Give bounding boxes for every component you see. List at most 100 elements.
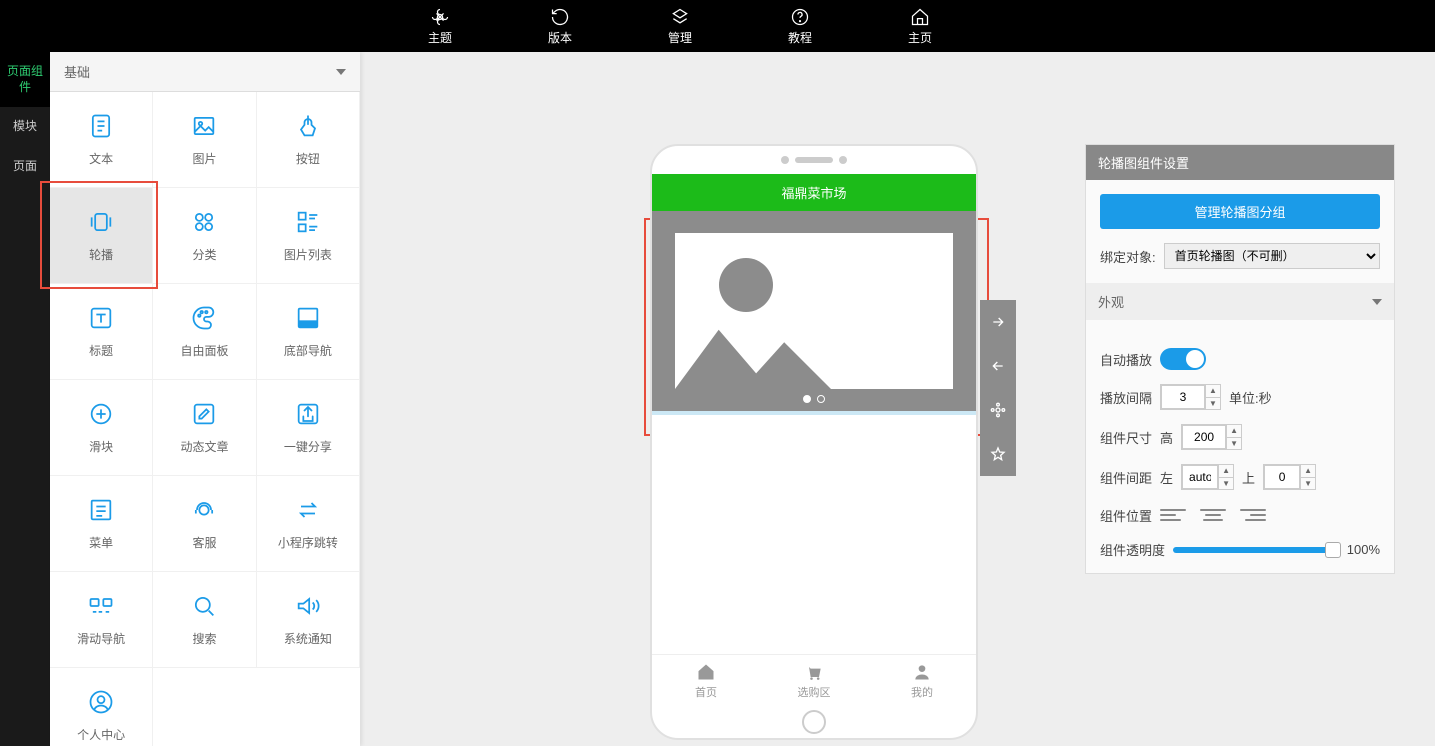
align-left-button[interactable]	[1160, 504, 1186, 526]
action-arrow-left[interactable]	[980, 344, 1016, 388]
bind-label: 绑定对象:	[1100, 247, 1156, 266]
component-grid: 文本图片按钮轮播分类图片列表标题自由面板底部导航滑块动态文章一键分享菜单客服小程…	[50, 92, 360, 746]
bind-object-select[interactable]: 首页轮播图（不可删）	[1164, 243, 1380, 269]
image-placeholder	[675, 233, 954, 389]
image-icon	[190, 112, 218, 140]
top-nav-home[interactable]: 主页	[860, 7, 980, 46]
action-arrow-right[interactable]	[980, 300, 1016, 344]
opacity-value: 100%	[1347, 542, 1380, 557]
cycle-icon	[670, 7, 690, 27]
help-icon	[790, 7, 810, 27]
top-nav-tutorial[interactable]: 教程	[740, 7, 860, 46]
bottomnav-icon	[294, 304, 322, 332]
component-user[interactable]: 个人中心	[50, 668, 153, 746]
props-title: 轮播图组件设置	[1086, 145, 1394, 180]
action-star[interactable]	[980, 432, 1016, 476]
slider-icon	[87, 400, 115, 428]
sidebar-tab-pages[interactable]: 页面	[0, 147, 50, 187]
phone-carousel-widget[interactable]	[652, 211, 976, 411]
nav-shop[interactable]: 选购区	[760, 655, 868, 706]
component-search[interactable]: 搜索	[153, 572, 256, 668]
phone-home-button	[652, 706, 976, 738]
size-height-label: 高	[1160, 428, 1173, 447]
component-t-box[interactable]: 标题	[50, 284, 153, 380]
slidenav-icon	[87, 592, 115, 620]
height-input[interactable]: ▲▼	[1181, 424, 1242, 450]
component-list[interactable]: 图片列表	[257, 188, 360, 284]
panel-header-basic[interactable]: 基础	[50, 52, 360, 92]
component-tap[interactable]: 按钮	[257, 92, 360, 188]
interval-unit: 单位:秒	[1229, 388, 1272, 407]
chevron-down-icon	[1372, 299, 1382, 305]
component-swap[interactable]: 小程序跳转	[257, 476, 360, 572]
component-carousel[interactable]: 轮播	[50, 188, 153, 284]
component-support[interactable]: 客服	[153, 476, 256, 572]
sidebar-tab-modules[interactable]: 模块	[0, 107, 50, 147]
properties-panel: 轮播图组件设置 管理轮播图分组 绑定对象: 首页轮播图（不可删） 外观 自动播放…	[1085, 144, 1395, 574]
nav-home[interactable]: 首页	[652, 655, 760, 706]
carousel-icon	[87, 208, 115, 236]
appearance-section-header[interactable]: 外观	[1086, 283, 1394, 320]
tap-icon	[294, 112, 322, 140]
manage-carousel-groups-button[interactable]: 管理轮播图分组	[1100, 194, 1380, 229]
sidebar-tab-page-components[interactable]: 页面组件	[0, 52, 50, 107]
theme-icon	[430, 7, 450, 27]
margin-top-label: 上	[1242, 468, 1255, 487]
phone-preview: 福鼎菜市场 首页 选购区 我的	[650, 144, 978, 740]
left-sidebar: 页面组件 模块 页面	[0, 52, 50, 746]
interval-input[interactable]: ▲▼	[1160, 384, 1221, 410]
palette-icon	[190, 304, 218, 332]
opacity-label: 组件透明度	[1100, 540, 1165, 559]
action-settings[interactable]	[980, 388, 1016, 432]
nav-me[interactable]: 我的	[868, 655, 976, 706]
top-nav-version[interactable]: 版本	[500, 7, 620, 46]
phone-header: 福鼎菜市场	[652, 174, 976, 211]
interval-label: 播放间隔	[1100, 388, 1152, 407]
align-right-button[interactable]	[1240, 504, 1266, 526]
component-speaker[interactable]: 系统通知	[257, 572, 360, 668]
component-menu-box[interactable]: 菜单	[50, 476, 153, 572]
autoplay-label: 自动播放	[1100, 350, 1152, 369]
slider-thumb[interactable]	[1325, 542, 1341, 558]
search-icon	[190, 592, 218, 620]
component-palette[interactable]: 自由面板	[153, 284, 256, 380]
chevron-down-icon	[336, 69, 346, 75]
home-icon	[696, 662, 716, 682]
margin-top-input[interactable]: ▲▼	[1263, 464, 1316, 490]
phone-bottom-nav: 首页 选购区 我的	[652, 654, 976, 706]
user-icon	[912, 662, 932, 682]
component-grid4[interactable]: 分类	[153, 188, 256, 284]
text-icon	[87, 112, 115, 140]
position-label: 组件位置	[1100, 506, 1152, 525]
t-box-icon	[87, 304, 115, 332]
component-edit[interactable]: 动态文章	[153, 380, 256, 476]
speaker-icon	[294, 592, 322, 620]
component-bottomnav[interactable]: 底部导航	[257, 284, 360, 380]
margin-left-label: 左	[1160, 468, 1173, 487]
top-nav-manage[interactable]: 管理	[620, 7, 740, 46]
size-label: 组件尺寸	[1100, 428, 1152, 447]
component-share[interactable]: 一键分享	[257, 380, 360, 476]
margin-label: 组件间距	[1100, 468, 1152, 487]
autoplay-toggle[interactable]	[1160, 348, 1206, 370]
refresh-icon	[550, 7, 570, 27]
component-slider[interactable]: 滑块	[50, 380, 153, 476]
user-icon	[87, 688, 115, 716]
component-image[interactable]: 图片	[153, 92, 256, 188]
support-icon	[190, 496, 218, 524]
grid4-icon	[190, 208, 218, 236]
align-center-button[interactable]	[1200, 504, 1226, 526]
cart-icon	[804, 662, 824, 682]
list-icon	[294, 208, 322, 236]
component-text[interactable]: 文本	[50, 92, 153, 188]
top-nav-bar: 主题 版本 管理 教程 主页	[0, 0, 1435, 52]
edit-icon	[190, 400, 218, 428]
component-slidenav[interactable]: 滑动导航	[50, 572, 153, 668]
phone-notch	[652, 146, 976, 174]
opacity-slider[interactable]	[1173, 547, 1339, 553]
top-nav-theme[interactable]: 主题	[380, 7, 500, 46]
swap-icon	[294, 496, 322, 524]
margin-left-input[interactable]: ▲▼	[1181, 464, 1234, 490]
carousel-dots	[652, 395, 976, 403]
side-action-bar	[980, 300, 1016, 476]
